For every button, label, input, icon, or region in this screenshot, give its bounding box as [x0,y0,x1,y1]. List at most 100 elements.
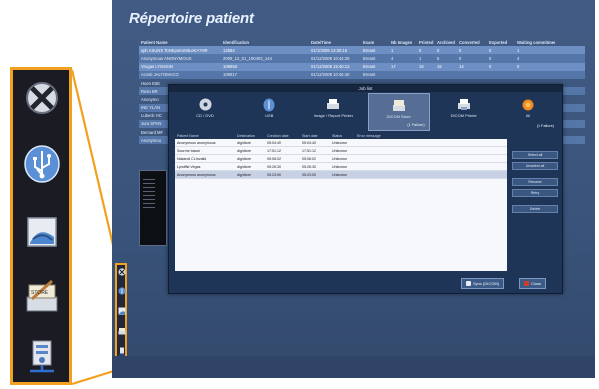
cd-icon [199,98,212,111]
sidebar [115,263,127,369]
network-storage-button-small[interactable] [118,346,126,356]
table-cell: Breast [363,47,376,53]
list-cell: Unknown [332,140,347,145]
table-cell: 1 [391,47,394,53]
close-button[interactable]: Close [519,278,547,289]
list-cell: dig/dtore [237,172,251,177]
table-cell: 4 [391,55,394,61]
tab-cd-dvd[interactable]: CD / DVD [175,93,235,131]
table-cell: 01/1/2009 13:30:16 [311,47,348,53]
table-cell: 15 [437,64,442,70]
table-cell: 0 [489,47,492,53]
column-header[interactable]: Printed [417,40,435,45]
table-cell: 12684 [223,47,235,53]
image-export-icon [118,307,126,315]
table-cell: sph ASUNS ToNEpoKoMtLeKA?HR [141,47,208,53]
list-cell: dig/dtore [237,156,251,161]
list-cell: 05:26:30 [302,164,316,169]
table-cell: 1 [419,55,422,61]
column-header[interactable]: Patient Name [175,134,235,138]
list-item[interactable]: Sourme bacck dig/dtore 17:51:12 17:51:12 Unk… [175,147,507,155]
usb-button-small[interactable] [118,286,126,296]
sync-icon [466,281,471,286]
network-storage-button[interactable] [23,336,61,380]
column-header[interactable]: Destination [235,134,265,138]
column-header[interactable]: Creation date [265,134,300,138]
list-cell: 17:51:12 [267,148,281,153]
image-thumbnail[interactable] [139,170,167,246]
dicom-store-button[interactable]: STORE [23,274,61,318]
tab-all[interactable]: All (1 Failure) [498,93,558,131]
table-cell: 16 [419,64,424,70]
table-cell: 4 [517,55,520,61]
table-cell: Breast [363,64,376,70]
tab-dicom-store[interactable]: DICOM Store (1 Failure) [367,93,430,131]
sync-dicom-button[interactable]: Sync (DICOM) [461,278,504,289]
column-header[interactable]: Exam [361,40,389,45]
list-cell: 05:26:30 [267,164,281,169]
column-header[interactable]: Nb Images [389,40,417,45]
cancel-icon [26,82,58,114]
dicom-store-icon [118,328,126,335]
resume-button[interactable]: Resume [512,178,558,186]
status-bar [112,356,595,378]
page-title: Répertoire patient [129,10,254,27]
image-export-button[interactable] [23,210,61,254]
list-cell: 17:51:12 [302,148,316,153]
list-cell: Unknown [332,164,347,169]
dicom-store-icon [392,100,405,111]
delete-button[interactable]: Delete [512,205,558,213]
usb-button[interactable] [23,142,61,186]
table-row[interactable]: sph ASUNS ToNEpoKoMtLeKA?HR 12684 01/1/200… [139,46,585,55]
tab-dicom-printer[interactable]: DICOM Printer [434,93,494,131]
tab-image-report-printer[interactable]: Image / Report Printer [303,93,363,131]
network-storage-icon [119,347,125,355]
list-cell: 05:23:00 [267,172,281,177]
list-cell: Unknown [332,156,347,161]
dicom-store-button-small[interactable] [118,326,126,336]
column-header[interactable]: Identification [221,40,309,45]
table-cell: 0 [437,47,440,53]
table-cell: 109993 [223,64,237,70]
column-header[interactable]: Archived [435,40,457,45]
list-item[interactable]: Lyndffst Vegas dig/dtore 05:26:30 05:26:30 U… [175,163,507,171]
image-export-button-small[interactable] [118,306,126,316]
cancel-button-small[interactable] [118,267,126,277]
usb-icon [118,287,126,295]
tab-label: DICOM Printer [450,113,477,118]
usb-icon [263,98,275,111]
table-cell: 14 [459,64,464,70]
tab-label: All [525,113,531,118]
retry-button[interactable]: Retry [512,189,558,197]
column-header[interactable]: Patient Name [139,40,221,45]
table-row[interactable]: Vrogas LYNSSIN 109993 01/12/2009 15:40:13 B… [139,62,585,71]
zoomed-sidebar: STORE [10,67,72,385]
column-header[interactable]: Date/Time [309,40,361,45]
list-cell: Lyndffst Vegas [177,164,201,169]
list-cell: Anonymous anonymous [177,172,216,177]
column-header[interactable]: Error message [355,134,395,138]
column-header[interactable]: Start date [300,134,330,138]
close-label: Close [531,281,542,286]
table-cell: Breast [363,55,376,61]
select-all-button[interactable]: Select all [512,151,558,159]
list-cell: dig/dtore [237,164,251,169]
column-header[interactable]: Waiting commitment [515,40,555,45]
column-header[interactable]: Status [330,134,355,138]
list-cell: Unknown [332,148,347,153]
table-row[interactable]: Anonymous ANONYMOUS 2009_12_01_100403_144… [139,54,585,63]
table-cell: 01/12/2009 10:44:28 [311,55,350,61]
cancel-button[interactable] [23,76,61,120]
unselect-all-button[interactable]: Unselect all [512,162,558,170]
list-item[interactable]: Nakandi CLInvalid dig/dtore 05:06:02 05:06:… [175,155,507,163]
dicom-store-icon: STORE [26,279,58,312]
patient-directory-window: Répertoire patient Patient Name Identific… [112,0,595,378]
list-item[interactable]: Anonymous anonymous dig/dtore 05:04:40 05:0… [175,139,507,147]
table-row[interactable]: Acosti JALTOMACO 109917 01/12/2009 10:46:4… [139,70,585,79]
list-item[interactable]: Anonymous anonymous dig/dtore 05:23:00 05:2… [175,171,507,179]
tab-label: DICOM Store [386,114,411,119]
table-cell: 01/12/2009 10:46:40 [311,72,350,78]
column-header[interactable]: Exported [487,40,515,45]
column-header[interactable]: Converted [457,40,487,45]
tab-usb[interactable]: USB [239,93,299,131]
